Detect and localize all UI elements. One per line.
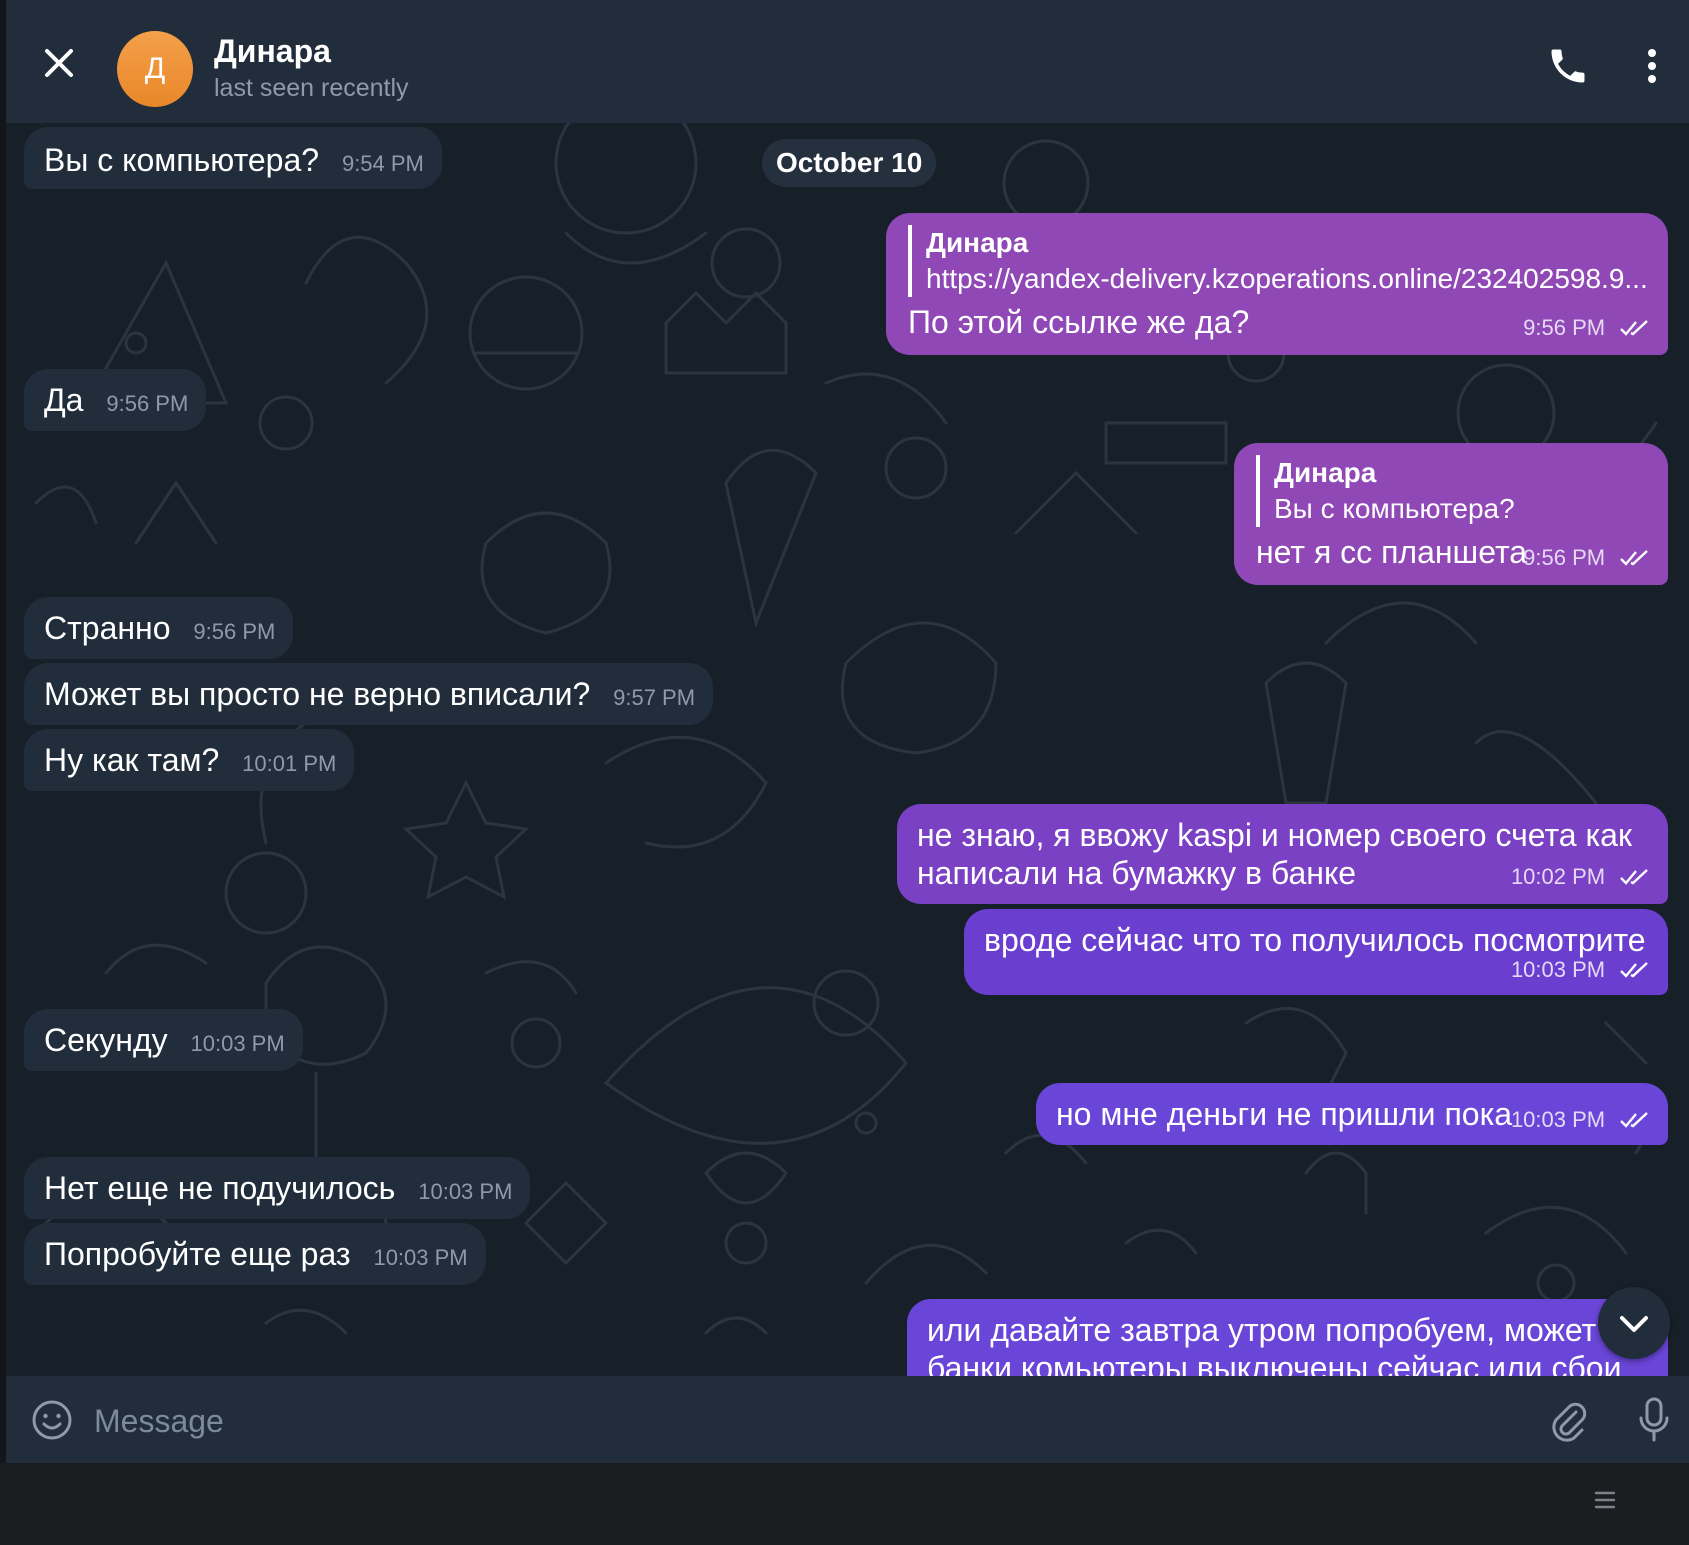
reply-quote[interactable]: Динара Вы с компьютера? xyxy=(1256,455,1648,527)
message-time: 9:56 PM xyxy=(1523,315,1606,340)
message-incoming[interactable]: Вы с компьютера? 9:54 PM xyxy=(24,127,442,189)
message-outgoing[interactable]: но мне деньги не пришли пока 10:03 PM xyxy=(1036,1083,1668,1145)
contact-status: last seen recently xyxy=(214,74,409,102)
contact-name[interactable]: Динара xyxy=(214,33,331,70)
menu-icon[interactable] xyxy=(1592,1487,1618,1513)
avatar-letter: Д xyxy=(144,52,166,85)
message-incoming[interactable]: Может вы просто не верно вписали? 9:57 P… xyxy=(24,663,714,725)
close-icon[interactable] xyxy=(36,40,82,86)
message-text: Секунду xyxy=(44,1022,168,1058)
message-time: 10:03 PM xyxy=(1510,1107,1606,1132)
message-outgoing[interactable]: Динара https://yandex-delivery.kzoperati… xyxy=(886,213,1668,355)
message-time: 10:03 PM xyxy=(190,1031,285,1056)
reply-text: https://yandex-delivery.kzoperations.onl… xyxy=(926,263,1648,294)
message-meta: 10:03 PM xyxy=(1511,947,1650,989)
microphone-icon[interactable] xyxy=(1634,1396,1674,1444)
message-time: 9:56 PM xyxy=(106,391,189,416)
message-outgoing[interactable]: вроде сейчас что то получилось посмотрит… xyxy=(964,909,1668,995)
chat-header: Д Динара last seen recently xyxy=(6,0,1689,123)
message-composer xyxy=(6,1376,1689,1463)
more-vertical-icon[interactable] xyxy=(1636,44,1668,88)
system-navigation-bar xyxy=(0,1463,1689,1545)
message-outgoing[interactable]: не знаю, я ввожу kaspi и номер своего сч… xyxy=(897,804,1668,904)
double-check-icon xyxy=(1620,962,1648,978)
reply-text: Вы с компьютера? xyxy=(1274,493,1515,524)
message-incoming[interactable]: Попробуйте еще раз 10:03 PM xyxy=(24,1223,486,1285)
message-meta: 10:02 PM xyxy=(1511,854,1650,896)
message-meta: 10:03 PM xyxy=(1511,1097,1650,1139)
avatar[interactable]: Д xyxy=(117,31,193,107)
message-text: Попробуйте еще раз xyxy=(44,1236,351,1272)
message-outgoing[interactable]: или давайте завтра утром попробуем, може… xyxy=(907,1299,1668,1376)
message-meta: 9:56 PM xyxy=(1523,535,1650,577)
message-time: 10:02 PM xyxy=(1510,864,1606,889)
message-incoming[interactable]: Ну как там? 10:01 PM xyxy=(24,729,355,791)
message-time: 9:56 PM xyxy=(193,619,276,644)
message-time: 9:54 PM xyxy=(341,151,424,176)
message-text-line-1: или давайте завтра утром попробуем, може… xyxy=(927,1312,1597,1348)
message-incoming[interactable]: Секунду 10:03 PM xyxy=(24,1009,303,1071)
double-check-icon xyxy=(1620,320,1648,336)
message-incoming[interactable]: Да 9:56 PM xyxy=(24,369,207,431)
double-check-icon xyxy=(1620,550,1648,566)
scroll-to-bottom-button[interactable] xyxy=(1598,1287,1670,1359)
message-text: Нет еще не подучилось xyxy=(44,1170,396,1206)
message-text: Может вы просто не верно вписали? xyxy=(44,676,591,712)
message-input[interactable] xyxy=(92,1390,1496,1452)
message-text: По этой ссылке же да? xyxy=(908,304,1250,340)
reply-author: Динара xyxy=(926,227,1029,258)
message-list[interactable]: Вы с компьютера? 9:54 PM October 10 Дина… xyxy=(6,123,1689,1376)
message-text: Странно xyxy=(44,610,171,646)
message-time: 9:56 PM xyxy=(1523,545,1606,570)
message-outgoing[interactable]: Динара Вы с компьютера? нет я сс планшет… xyxy=(1234,443,1668,585)
message-time: 10:03 PM xyxy=(1510,957,1606,982)
message-incoming[interactable]: Странно 9:56 PM xyxy=(24,597,294,659)
telegram-chat-screen: Д Динара last seen recently Вы с компьют… xyxy=(0,0,1689,1545)
message-text-line-1: не знаю, я ввожу kaspi и номер своего сч… xyxy=(917,817,1632,853)
phone-icon[interactable] xyxy=(1546,44,1590,88)
message-text: Вы с компьютера? xyxy=(44,142,320,178)
chevron-down-icon xyxy=(1620,1316,1648,1332)
message-text: нет я сс планшета xyxy=(1256,534,1528,570)
message-text: Да xyxy=(44,382,84,418)
emoji-icon[interactable] xyxy=(30,1398,74,1442)
message-incoming[interactable]: Нет еще не подучилось 10:03 PM xyxy=(24,1157,531,1219)
double-check-icon xyxy=(1620,1112,1648,1128)
message-time: 10:03 PM xyxy=(373,1245,468,1270)
date-separator: October 10 xyxy=(762,139,937,187)
message-time: 10:01 PM xyxy=(242,751,337,776)
message-text: но мне деньги не пришли пока xyxy=(1056,1096,1513,1132)
reply-quote[interactable]: Динара https://yandex-delivery.kzoperati… xyxy=(908,225,1648,297)
message-time: 9:57 PM xyxy=(613,685,696,710)
message-time: 10:03 PM xyxy=(418,1179,513,1204)
message-meta: 9:56 PM xyxy=(1523,305,1650,347)
message-text: Ну как там? xyxy=(44,742,220,778)
message-text-line-2: банки комьютеры выключены сейчас или сбо… xyxy=(927,1350,1622,1376)
reply-author: Динара xyxy=(1274,457,1377,488)
double-check-icon xyxy=(1620,869,1648,885)
paperclip-icon[interactable] xyxy=(1546,1398,1590,1442)
